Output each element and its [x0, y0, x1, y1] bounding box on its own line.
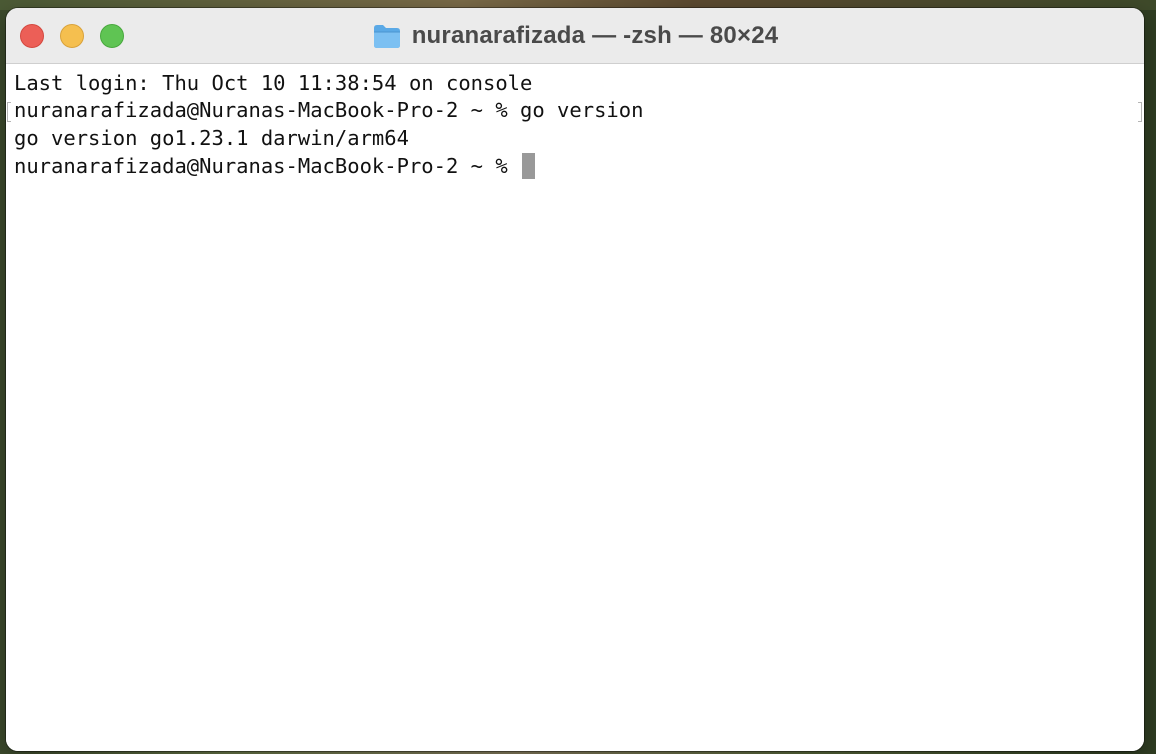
- title-bar[interactable]: nuranarafizada — -zsh — 80×24: [6, 8, 1144, 64]
- window-title: nuranarafizada — -zsh — 80×24: [411, 22, 779, 49]
- terminal-line-last-login: Last login: Thu Oct 10 11:38:54 on conso…: [14, 71, 533, 95]
- window-title-group: nuranarafizada — -zsh — 80×24: [6, 8, 1144, 64]
- terminal-line-prompt[interactable]: nuranarafizada@Nuranas-MacBook-Pro-2 ~ %: [14, 152, 536, 180]
- terminal-line-output: go version go1.23.1 darwin/arm64: [14, 126, 409, 150]
- terminal-line-command: nuranarafizada@Nuranas-MacBook-Pro-2 ~ %…: [14, 98, 644, 122]
- terminal-content[interactable]: Last login: Thu Oct 10 11:38:54 on conso…: [6, 65, 1144, 751]
- prompt-text: nuranarafizada@Nuranas-MacBook-Pro-2 ~ %: [14, 154, 521, 178]
- folder-icon: [372, 23, 402, 49]
- line-mark-right: [1138, 102, 1142, 122]
- text-cursor: [522, 153, 536, 179]
- line-mark-left: [7, 102, 11, 122]
- terminal-window: nuranarafizada — -zsh — 80×24 Last login…: [6, 8, 1144, 751]
